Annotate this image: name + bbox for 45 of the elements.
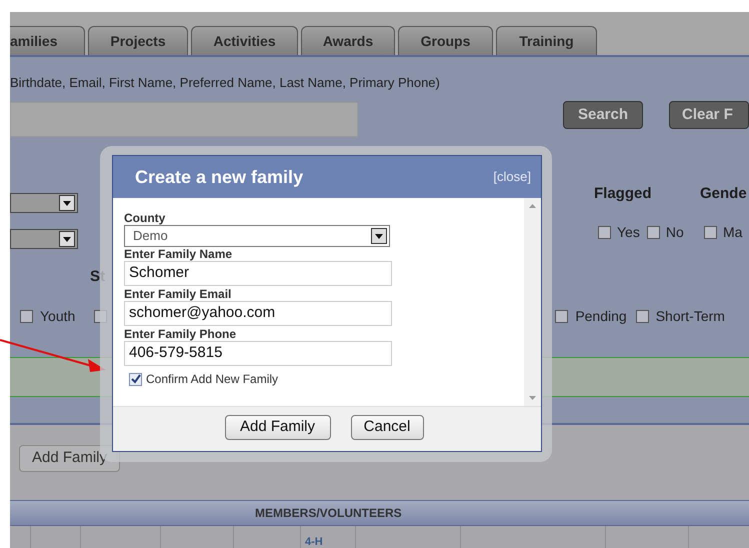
scroll-up-icon[interactable] (529, 204, 536, 208)
checkbox-label: Ma (723, 222, 742, 242)
search-button[interactable]: Search (563, 101, 643, 129)
checkbox[interactable] (636, 310, 649, 322)
search-field[interactable] (10, 102, 358, 137)
filter-title: Gende (700, 184, 747, 204)
tab[interactable]: Groups (398, 26, 493, 55)
field-label: County (124, 211, 166, 225)
dialog-title: Create a new family (135, 166, 304, 189)
checkbox-label: Short-Term (656, 306, 725, 326)
checkbox-label: Youth (40, 306, 76, 326)
text-field[interactable]: schomer@yahoo.com (124, 301, 392, 326)
checkbox[interactable] (598, 226, 611, 238)
text-field[interactable]: 406-579-5815 (124, 341, 392, 366)
field-label: Enter Family Email (124, 287, 232, 301)
scrollbar[interactable] (524, 198, 541, 406)
search-hint: Birthdate, Email, First Name, Preferred Name, Last Name, Primary Phone) (10, 75, 441, 91)
checkbox[interactable] (704, 226, 717, 238)
close-link[interactable]: [close] (493, 167, 531, 187)
checkbox-label: Confirm Add New Family (146, 371, 278, 388)
county-select[interactable]: Demo (124, 225, 390, 247)
status-title: St (90, 267, 105, 287)
field-label: Enter Family Name (124, 247, 234, 261)
checkbox[interactable] (129, 372, 142, 386)
table-cell-text: 4-H (305, 535, 323, 548)
tab[interactable]: Training (496, 26, 597, 55)
checkbox[interactable] (20, 310, 33, 322)
checkbox[interactable] (646, 226, 660, 238)
tab[interactable]: Projects (88, 26, 188, 55)
dialog-button[interactable]: Cancel (350, 415, 424, 440)
checkbox[interactable] (555, 310, 568, 322)
dropdown[interactable] (10, 193, 78, 213)
tab[interactable]: Activities (191, 26, 298, 55)
tab[interactable]: Awards (301, 26, 395, 55)
checkbox-label: Yes (617, 222, 640, 242)
clear-button[interactable]: Clear F (669, 101, 749, 129)
field-label: Enter Family Phone (124, 327, 238, 341)
text-field[interactable]: Schomer (124, 261, 392, 286)
tab[interactable]: amilies (10, 26, 85, 55)
checkbox-label: Pending (575, 306, 627, 326)
column-header: MEMBERS/VOLUNTEERS (255, 505, 402, 522)
dropdown[interactable] (10, 229, 78, 249)
dialog-button[interactable]: Add Family (224, 415, 330, 440)
filter-title: Flagged (594, 184, 653, 204)
checkbox-label: No (666, 222, 684, 242)
